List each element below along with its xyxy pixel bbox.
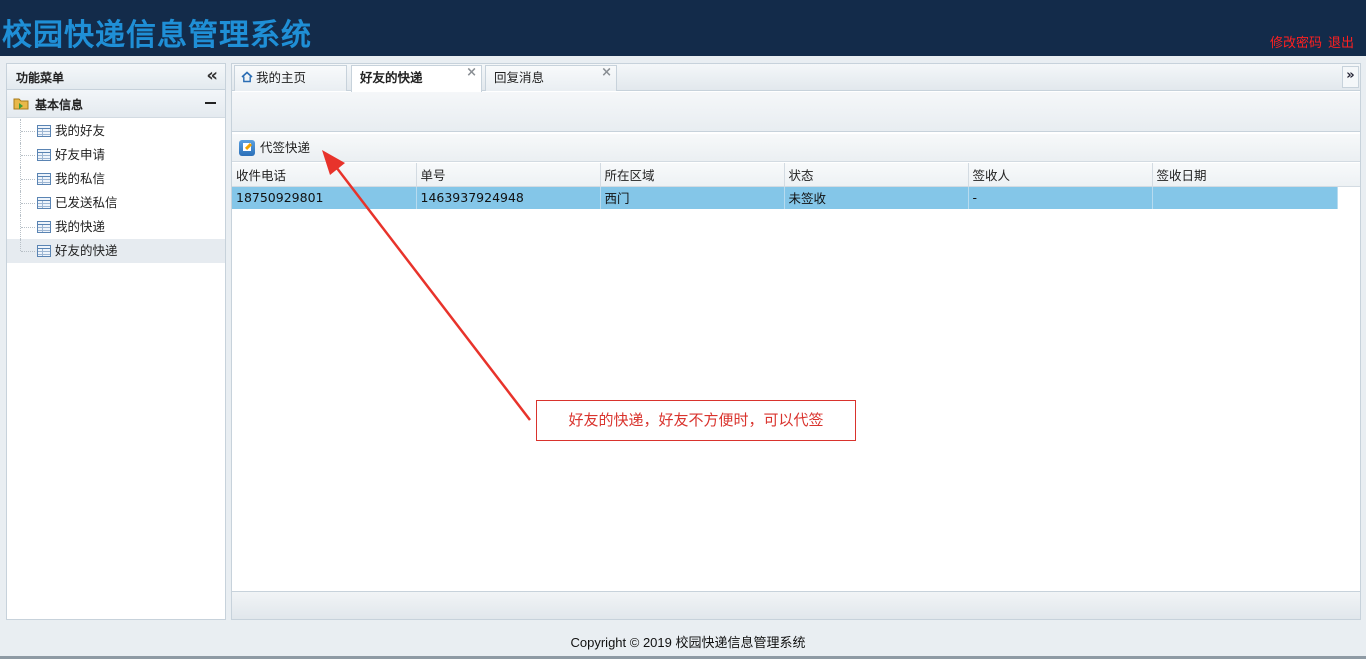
sidebar-header: 功能菜单 « [7,64,225,90]
table-cell: 西门 [600,186,785,209]
menu-group-header[interactable]: 基本信息 [7,90,225,118]
main-panel: 我的主页 好友的快递 × 回复消息 × » 代签快递 收件电话 单号 所在区域 [231,63,1361,620]
grid-icon [37,149,51,161]
tab-label: 回复消息 [494,70,545,85]
table-cell: 18750929801 [232,186,417,209]
grid-toolbar: 代签快递 [232,134,1360,162]
sidebar: 功能菜单 « 基本信息 我的好友 好友申请 我的私信 已发送私信 我的快递 好友… [6,63,226,620]
sidebar-item-friend-requests[interactable]: 好友申请 [7,143,225,167]
close-icon[interactable]: × [466,61,477,84]
table-cell: - [968,186,1153,209]
copyright: Copyright © 2019 校园快递信息管理系统 [570,635,806,650]
table-header-row: 收件电话 单号 所在区域 状态 签收人 签收日期 [232,163,1338,187]
close-icon[interactable]: × [601,61,612,84]
logout-link[interactable]: 退出 [1328,36,1354,51]
tab-label: 我的主页 [256,70,307,85]
sidebar-item-my-messages[interactable]: 我的私信 [7,167,225,191]
grid-icon [37,245,51,257]
sidebar-title: 功能菜单 [16,71,65,85]
tab-friend-parcels[interactable]: 好友的快递 × [351,65,482,92]
header-links: 修改密码 退出 [1264,32,1354,51]
tab-home[interactable]: 我的主页 [234,65,347,91]
table-cell: 未签收 [784,186,969,209]
collapse-left-icon[interactable]: « [206,66,218,86]
edit-icon [239,140,255,156]
sign-for-parcel-button[interactable]: 代签快递 [238,138,310,158]
sidebar-menu: 我的好友 好友申请 我的私信 已发送私信 我的快递 好友的快递 [7,118,225,263]
home-icon [241,71,253,83]
sidebar-item-label: 我的快递 [55,219,106,234]
parcel-table: 收件电话 单号 所在区域 状态 签收人 签收日期 18750929801 146… [232,163,1338,209]
tab-bar: 我的主页 好友的快递 × 回复消息 × » [232,64,1360,92]
sidebar-item-label: 我的好友 [55,123,106,138]
sidebar-item-label: 好友申请 [55,147,106,162]
tab-label: 好友的快递 [360,70,423,85]
sidebar-item-label: 已发送私信 [55,195,118,210]
collapse-group-icon[interactable] [205,102,216,104]
tab-menu-chevron-icon[interactable]: » [1342,66,1359,88]
sidebar-item-label: 好友的快递 [55,243,118,258]
table-row[interactable]: 18750929801 1463937924948 西门 未签收 - [232,186,1338,209]
column-header[interactable]: 状态 [784,163,969,187]
grid-icon [37,125,51,137]
grid-icon [37,221,51,233]
header-filler [1337,163,1360,187]
content-header-strip [232,92,1360,132]
grid-icon [37,173,51,185]
sidebar-item-my-friends[interactable]: 我的好友 [7,119,225,143]
app-title: 校园快递信息管理系统 [2,18,312,53]
table-cell: 1463937924948 [416,186,601,209]
column-header[interactable]: 签收人 [968,163,1153,187]
sidebar-item-my-parcels[interactable]: 我的快递 [7,215,225,239]
table-cell [1152,186,1338,209]
menu-group-title: 基本信息 [35,98,84,112]
annotation-callout: 好友的快递，好友不方便时，可以代签 [536,400,856,441]
sidebar-item-label: 我的私信 [55,171,106,186]
column-header[interactable]: 单号 [416,163,601,187]
column-header[interactable]: 签收日期 [1152,163,1338,187]
app-header: 校园快递信息管理系统 修改密码 退出 [0,0,1366,56]
column-header[interactable]: 所在区域 [600,163,785,187]
sidebar-item-sent-messages[interactable]: 已发送私信 [7,191,225,215]
sidebar-item-friend-parcels[interactable]: 好友的快递 [7,239,225,263]
change-password-link[interactable]: 修改密码 [1270,36,1322,51]
folder-icon [13,98,29,110]
column-header[interactable]: 收件电话 [232,163,417,187]
tab-reply-message[interactable]: 回复消息 × [485,65,617,91]
pagination-bar [232,591,1360,619]
sign-for-parcel-label: 代签快递 [260,140,311,155]
grid-icon [37,197,51,209]
